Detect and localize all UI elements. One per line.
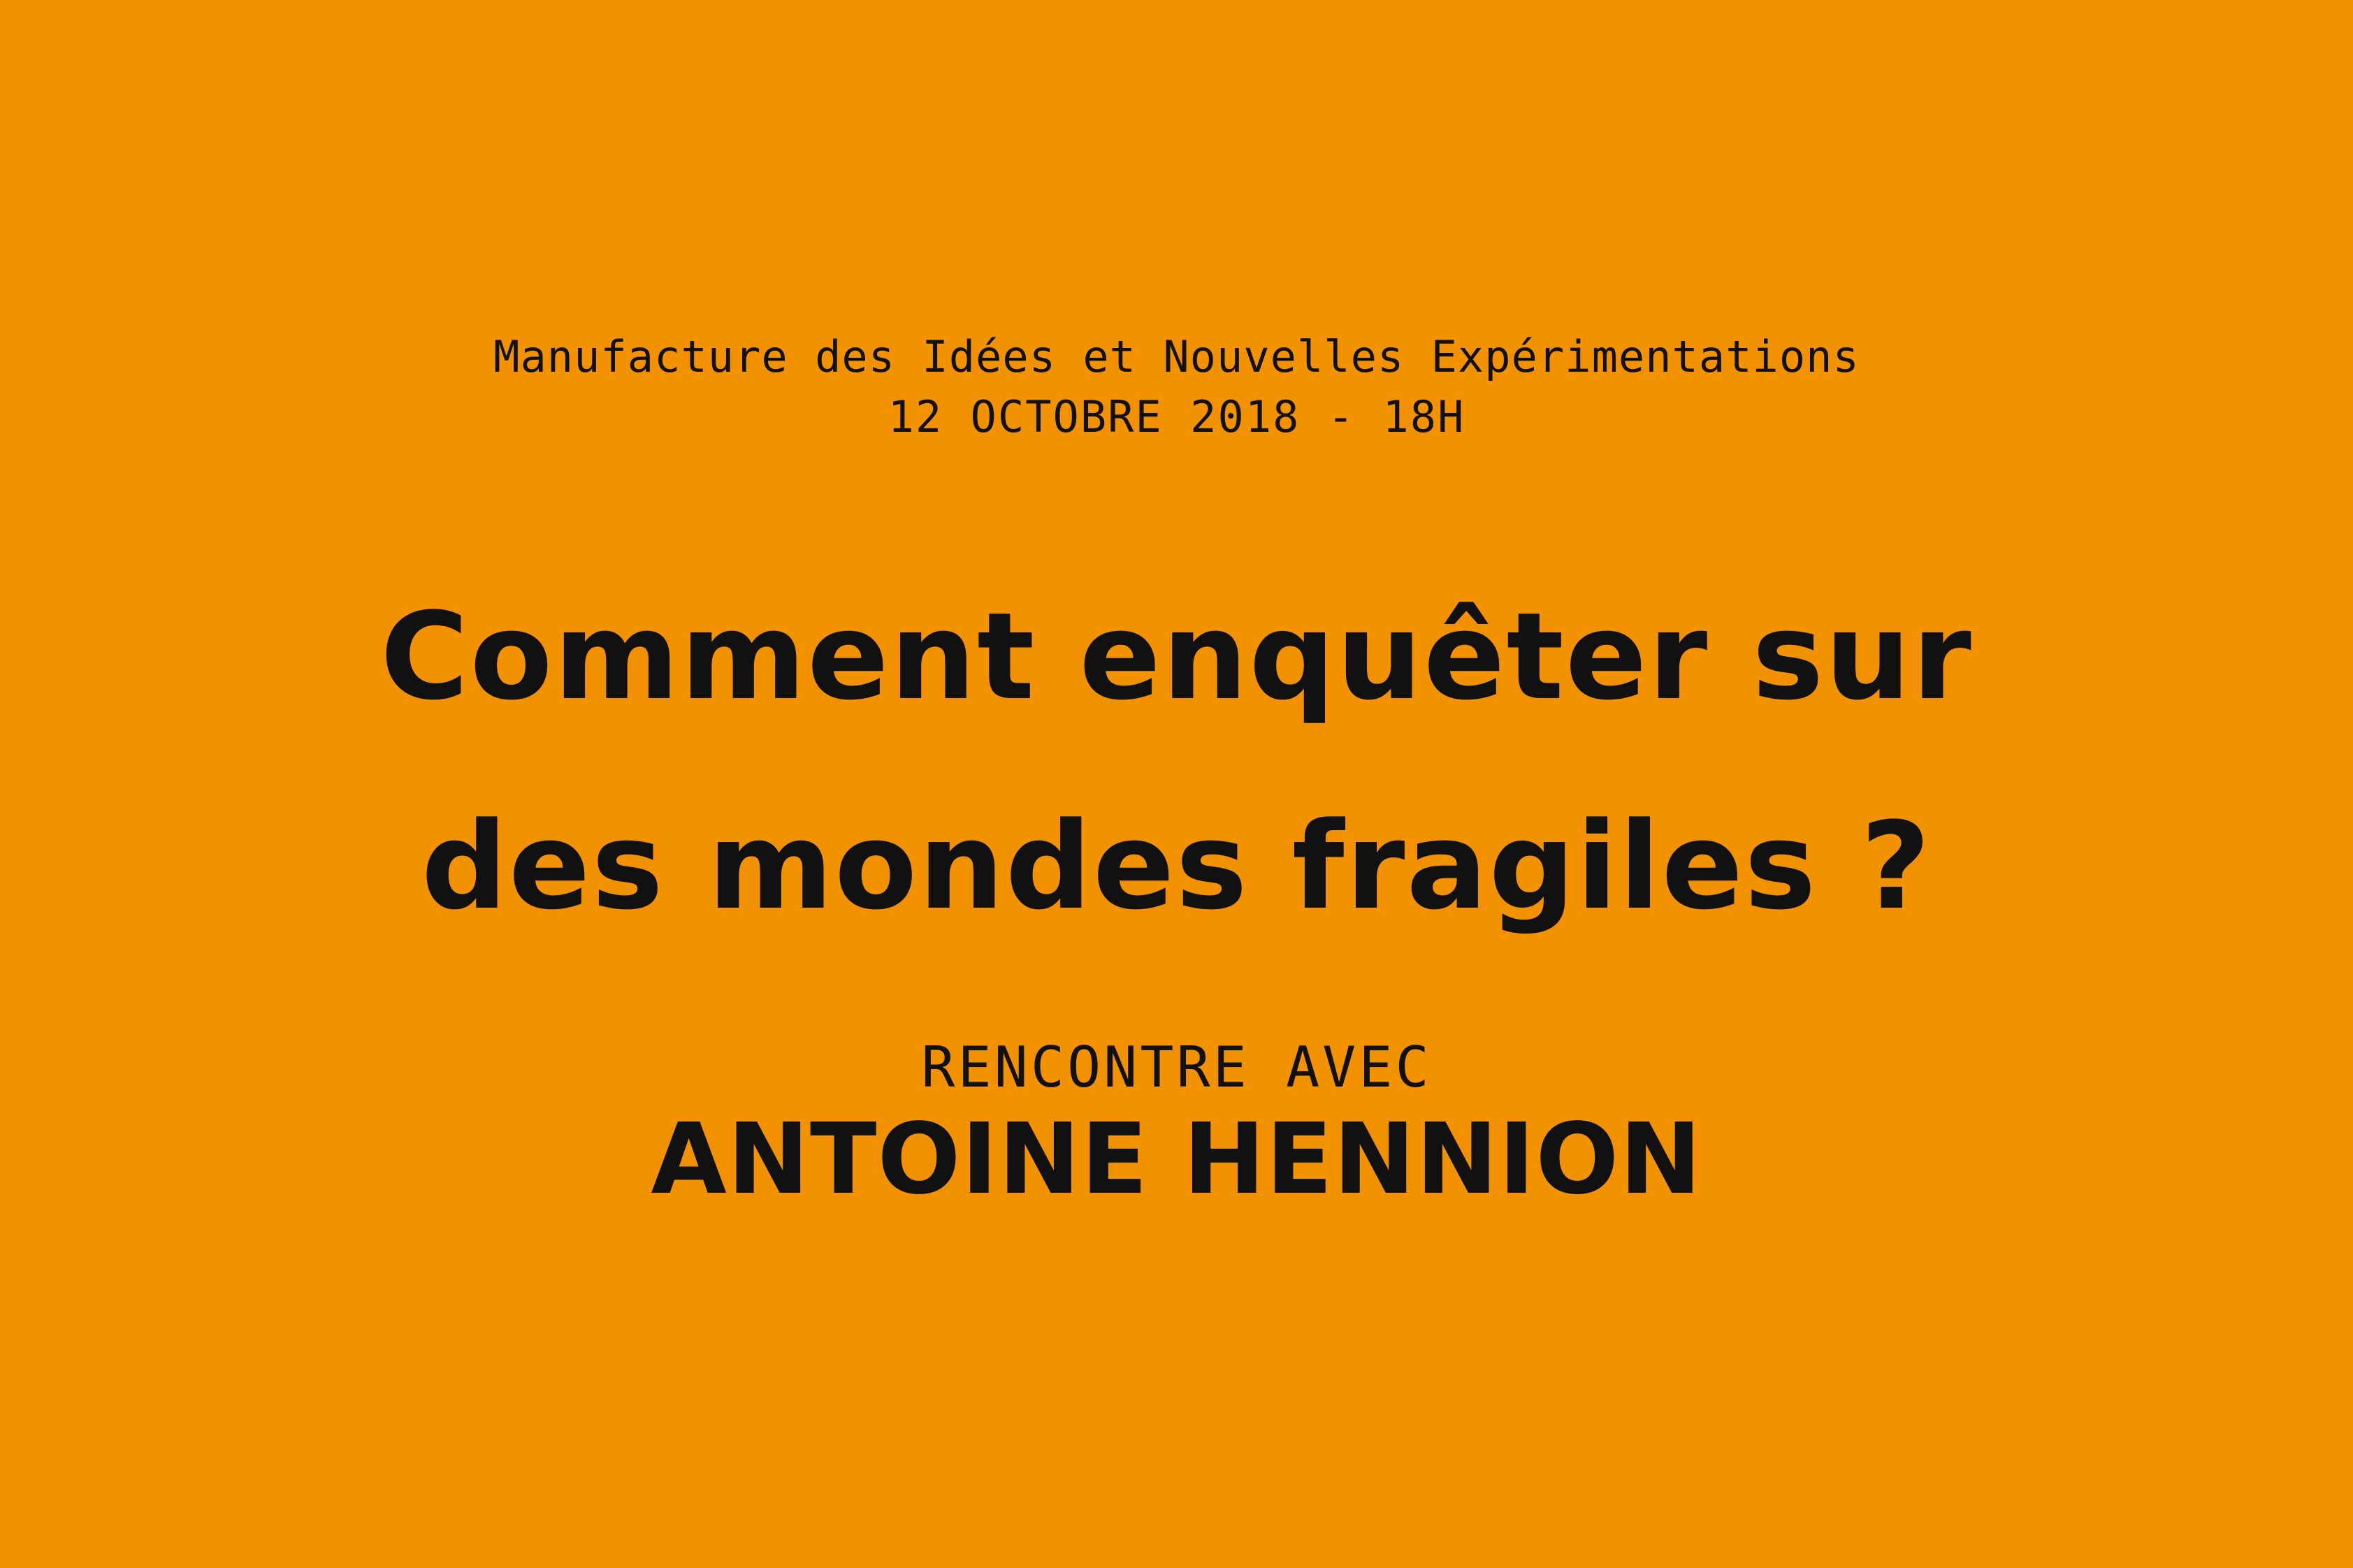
event-poster: Manufacture des Idées et Nouvelles Expér… — [0, 0, 2353, 1568]
speaker-name: ANTOINE HENNION — [651, 1103, 1702, 1217]
event-title-line-1: Comment enquêter sur — [380, 586, 1973, 727]
event-title-line-2: des mondes fragiles ? — [421, 796, 1932, 936]
venue-name: Manufacture des Idées et Nouvelles Expér… — [493, 331, 1860, 382]
event-title: Comment enquêter sur des mondes fragiles… — [0, 552, 2353, 971]
meeting-label: RENCONTRE AVEC — [921, 1035, 1432, 1100]
event-date-time: 12 OCTOBRE 2018 - 18H — [888, 391, 1465, 442]
